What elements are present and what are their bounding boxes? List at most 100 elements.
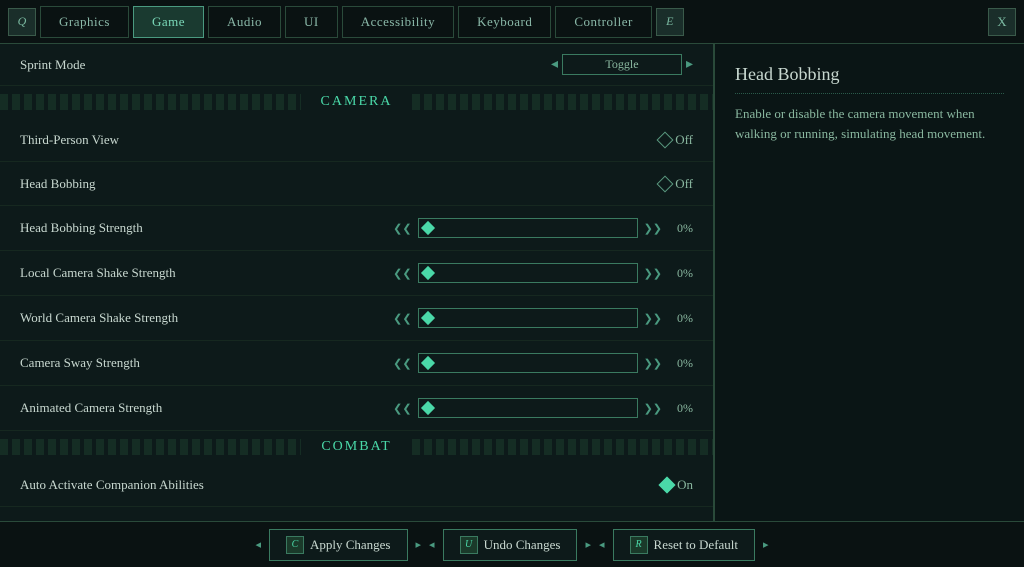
third-person-view-label: Third-Person View: [20, 132, 659, 148]
head-bobbing-control[interactable]: Off: [659, 176, 693, 192]
slider-left-arrow-3[interactable]: ❮❮: [393, 312, 411, 325]
sprint-arrow-right[interactable]: ▸: [686, 56, 693, 73]
slider-thumb-2: [420, 266, 434, 280]
auto-activate-label: Auto Activate Companion Abilities: [20, 477, 661, 493]
undo-key: U: [460, 536, 478, 554]
tab-keyboard[interactable]: Keyboard: [458, 6, 551, 38]
third-person-view-row: Third-Person View Off: [0, 118, 713, 162]
reset-chevron-right: ▸: [763, 538, 769, 551]
info-panel-title: Head Bobbing: [735, 64, 1004, 94]
slider-thumb: [420, 221, 434, 235]
divider-line-right: [412, 94, 713, 110]
local-camera-shake-slider[interactable]: [418, 263, 638, 283]
slider-right-arrow[interactable]: ❯❯: [644, 222, 662, 235]
third-person-view-control[interactable]: Off: [659, 132, 693, 148]
nav-corner-right[interactable]: E: [656, 8, 684, 36]
world-camera-shake-control: ❮❮ ❯❯ 0%: [393, 308, 693, 328]
undo-label: Undo Changes: [484, 537, 561, 553]
toggle-diamond-icon-2: [657, 175, 674, 192]
camera-section-label: Camera: [301, 94, 413, 110]
bottom-bar: ◂ C Apply Changes ▸ ◂ U Undo Changes ▸ ◂…: [0, 521, 1024, 567]
divider-line-left: [0, 94, 301, 110]
local-camera-shake-row: Local Camera Shake Strength ❮❮ ❯❯ 0%: [0, 251, 713, 296]
slider-left-arrow-4[interactable]: ❮❮: [393, 357, 411, 370]
head-bobbing-strength-slider[interactable]: [418, 218, 638, 238]
head-bobbing-row: Head Bobbing Off: [0, 162, 713, 206]
world-camera-shake-slider[interactable]: [418, 308, 638, 328]
slider-left-arrow-5[interactable]: ❮❮: [393, 402, 411, 415]
apply-changes-button[interactable]: C Apply Changes: [269, 529, 408, 561]
sprint-mode-row: Sprint Mode ◂ Toggle ▸: [0, 44, 713, 86]
head-bobbing-value: Off: [675, 176, 693, 192]
camera-sway-control: ❮❮ ❯❯ 0%: [393, 353, 693, 373]
tab-graphics[interactable]: Graphics: [40, 6, 129, 38]
tab-ui[interactable]: UI: [285, 6, 338, 38]
main-content: Sprint Mode ◂ Toggle ▸ Camera Third-Pers…: [0, 44, 1024, 521]
apply-chevron-left: ◂: [255, 538, 261, 551]
undo-chevron-right: ▸: [585, 538, 591, 551]
camera-sway-label: Camera Sway Strength: [20, 355, 393, 371]
world-camera-shake-value: 0%: [668, 311, 693, 326]
undo-changes-button[interactable]: U Undo Changes: [443, 529, 578, 561]
combat-section-divider: Combat: [0, 431, 713, 463]
sprint-arrow-left[interactable]: ◂: [551, 56, 558, 73]
auto-activate-value: On: [677, 477, 693, 493]
settings-panel: Sprint Mode ◂ Toggle ▸ Camera Third-Pers…: [0, 44, 714, 521]
divider-line-combat-left: [0, 439, 301, 455]
local-camera-shake-value: 0%: [668, 266, 693, 281]
slider-thumb-3: [420, 311, 434, 325]
third-person-view-value: Off: [675, 132, 693, 148]
animated-camera-label: Animated Camera Strength: [20, 400, 393, 416]
head-bobbing-strength-value: 0%: [668, 221, 693, 236]
info-panel: Head Bobbing Enable or disable the camer…: [714, 44, 1024, 521]
tab-audio[interactable]: Audio: [208, 6, 281, 38]
sprint-mode-control: ◂ Toggle ▸: [551, 54, 693, 75]
head-bobbing-label: Head Bobbing: [20, 176, 659, 192]
local-camera-shake-label: Local Camera Shake Strength: [20, 265, 393, 281]
slider-thumb-4: [420, 356, 434, 370]
close-button[interactable]: X: [988, 8, 1016, 36]
camera-sway-row: Camera Sway Strength ❮❮ ❯❯ 0%: [0, 341, 713, 386]
camera-sway-slider[interactable]: [418, 353, 638, 373]
toggle-diamond-icon-3: [659, 476, 676, 493]
world-camera-shake-label: World Camera Shake Strength: [20, 310, 393, 326]
camera-sway-value: 0%: [668, 356, 693, 371]
reset-to-default-button[interactable]: R Reset to Default: [613, 529, 755, 561]
reset-chevron-left: ◂: [599, 538, 605, 551]
auto-activate-row: Auto Activate Companion Abilities On: [0, 463, 713, 507]
reset-key: R: [630, 536, 648, 554]
sprint-value[interactable]: Toggle: [562, 54, 682, 75]
slider-right-arrow-4[interactable]: ❯❯: [644, 357, 662, 370]
nav-corner-left[interactable]: Q: [8, 8, 36, 36]
top-nav: Q Graphics Game Audio UI Accessibility K…: [0, 0, 1024, 44]
slider-right-arrow-3[interactable]: ❯❯: [644, 312, 662, 325]
head-bobbing-strength-label: Head Bobbing Strength: [20, 220, 393, 236]
slider-left-arrow[interactable]: ❮❮: [393, 222, 411, 235]
slider-thumb-5: [420, 401, 434, 415]
info-panel-description: Enable or disable the camera movement wh…: [735, 104, 1004, 143]
tab-accessibility[interactable]: Accessibility: [342, 6, 454, 38]
world-camera-shake-row: World Camera Shake Strength ❮❮ ❯❯ 0%: [0, 296, 713, 341]
combat-section-label: Combat: [301, 439, 411, 455]
camera-section-divider: Camera: [0, 86, 713, 118]
apply-key: C: [286, 536, 304, 554]
slider-right-arrow-2[interactable]: ❯❯: [644, 267, 662, 280]
animated-camera-value: 0%: [668, 401, 693, 416]
animated-camera-row: Animated Camera Strength ❮❮ ❯❯ 0%: [0, 386, 713, 431]
local-camera-shake-control: ❮❮ ❯❯ 0%: [393, 263, 693, 283]
reset-label: Reset to Default: [654, 537, 738, 553]
animated-camera-slider[interactable]: [418, 398, 638, 418]
undo-chevron-left: ◂: [429, 538, 435, 551]
divider-line-combat-right: [412, 439, 713, 455]
apply-label: Apply Changes: [310, 537, 391, 553]
toggle-diamond-icon: [657, 131, 674, 148]
sprint-mode-label: Sprint Mode: [20, 57, 551, 73]
head-bobbing-strength-control: ❮❮ ❯❯ 0%: [393, 218, 693, 238]
tab-game[interactable]: Game: [133, 6, 204, 38]
animated-camera-control: ❮❮ ❯❯ 0%: [393, 398, 693, 418]
auto-activate-control[interactable]: On: [661, 477, 693, 493]
slider-left-arrow-2[interactable]: ❮❮: [393, 267, 411, 280]
slider-right-arrow-5[interactable]: ❯❯: [644, 402, 662, 415]
tab-controller[interactable]: Controller: [555, 6, 651, 38]
head-bobbing-strength-row: Head Bobbing Strength ❮❮ ❯❯ 0%: [0, 206, 713, 251]
